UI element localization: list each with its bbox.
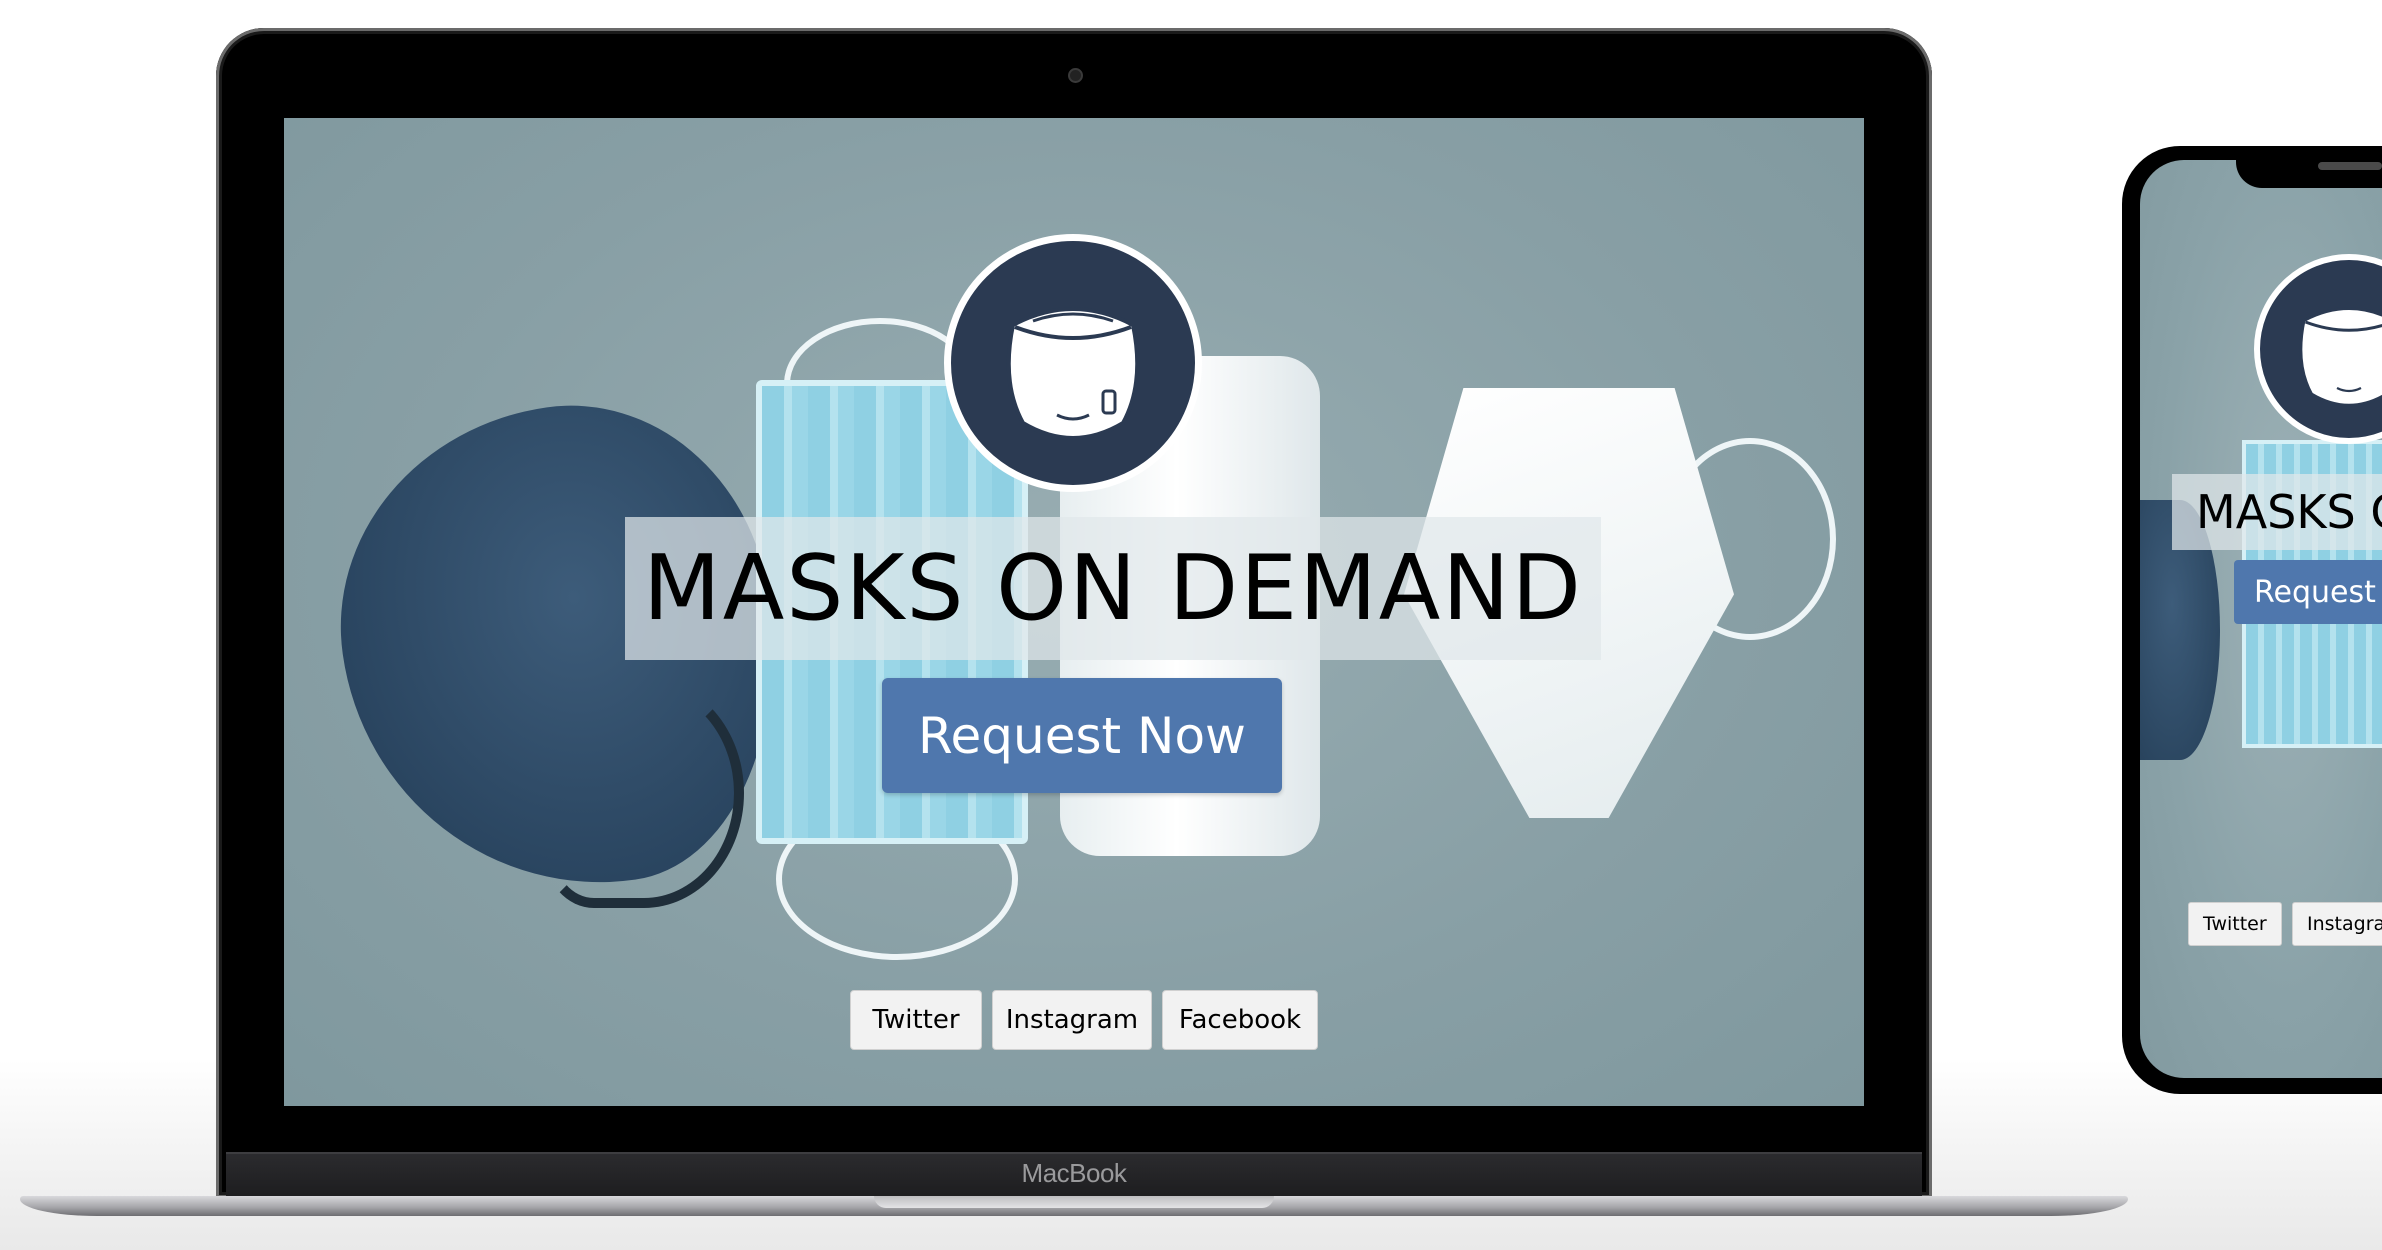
facebook-button[interactable]: Facebook bbox=[1162, 990, 1318, 1050]
hero-title: MASKS ON DEMAND bbox=[643, 536, 1583, 641]
phone-instagram-button[interactable]: Instagram bbox=[2292, 902, 2382, 946]
mask-icon bbox=[2299, 307, 2382, 407]
hero-title-band: MASKS ON DEMAND bbox=[625, 517, 1601, 660]
phone-hero-title-band: MASKS O bbox=[2172, 474, 2382, 550]
logo[interactable] bbox=[944, 234, 1202, 492]
phone-screen: MASKS O Request N Twitter Instagram bbox=[2140, 160, 2382, 1078]
phone-hero-title: MASKS O bbox=[2196, 485, 2382, 539]
mask-icon bbox=[1006, 307, 1140, 440]
request-now-button[interactable]: Request Now bbox=[882, 678, 1282, 793]
phone-logo[interactable] bbox=[2254, 254, 2382, 444]
phone-speaker bbox=[2318, 162, 2382, 170]
laptop-screen: MASKS ON DEMAND Request Now Twitter Inst… bbox=[284, 118, 1864, 1106]
phone-request-now-button[interactable]: Request N bbox=[2234, 560, 2382, 624]
twitter-button[interactable]: Twitter bbox=[850, 990, 982, 1050]
phone-twitter-button[interactable]: Twitter bbox=[2188, 902, 2282, 946]
macbook-label: MacBook bbox=[1021, 1158, 1127, 1188]
cloth-mask-strap bbox=[544, 678, 744, 908]
camera-icon bbox=[1068, 68, 1083, 83]
laptop-base-groove bbox=[874, 1196, 1274, 1208]
instagram-button[interactable]: Instagram bbox=[992, 990, 1152, 1050]
